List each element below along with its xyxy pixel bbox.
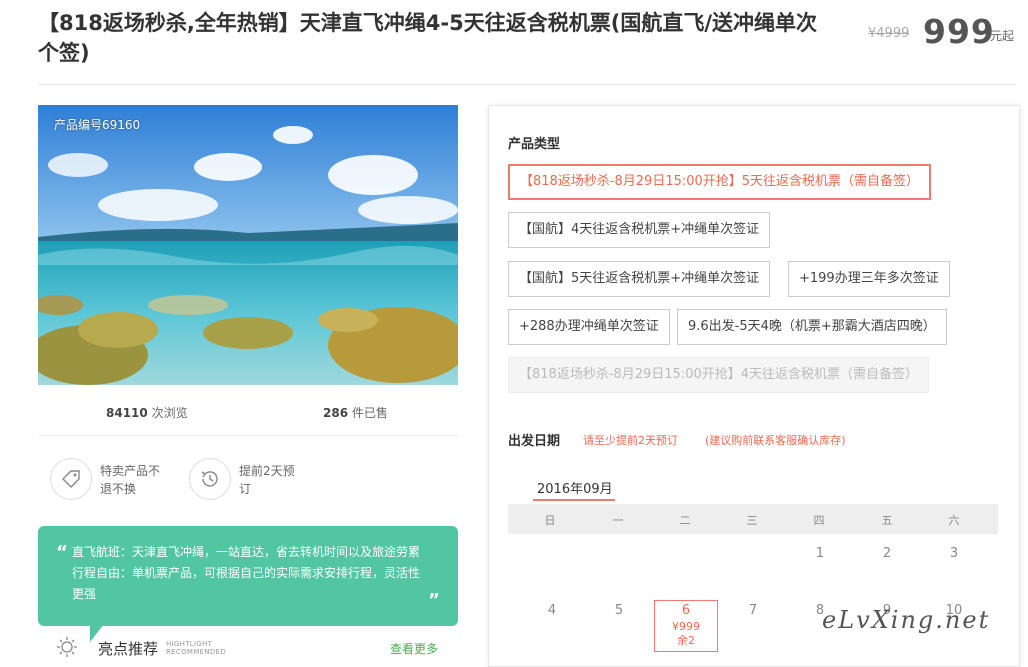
sold-count: 286 xyxy=(323,406,349,420)
selected-day-price: ¥999 xyxy=(672,620,700,633)
calendar-day[interactable]: 1 xyxy=(805,546,835,561)
views-label: 次浏览 xyxy=(151,406,188,420)
highlights-subtitle: HIGHTLIGHT RECOMMENDED xyxy=(166,640,226,656)
weekday-fri: 五 xyxy=(881,514,893,527)
product-option-3[interactable]: 【国航】5天往返含税机票+冲绳单次签证 xyxy=(508,261,771,297)
current-price: 999 xyxy=(923,12,995,51)
weekday-tue: 二 xyxy=(679,514,691,527)
product-number: 产品编号69160 xyxy=(54,118,141,132)
product-title: 【818返场秒杀,全年热销】天津直飞冲绳4-5天往返含税机票(国航直飞/送冲绳单… xyxy=(38,11,818,65)
product-option-2[interactable]: 【国航】4天往返含税机票+冲绳单次签证 xyxy=(508,212,771,248)
calendar-day-selected[interactable]: 6 ¥999 余2 xyxy=(654,600,718,652)
calendar-month-tab[interactable]: 2016年09月 xyxy=(537,478,613,497)
calendar-day[interactable]: 4 xyxy=(537,603,567,618)
close-quote-icon: ” xyxy=(428,590,440,611)
site-watermark: eLvXing.net xyxy=(822,606,991,634)
weekday-sat: 六 xyxy=(948,514,960,527)
price-unit: 元起 xyxy=(990,29,1015,43)
highlights-title: 亮点推荐 xyxy=(98,640,159,658)
month-tab-underline xyxy=(533,499,615,501)
calendar-day[interactable]: 5 xyxy=(604,603,634,618)
price-block: ¥4999 999 元起 xyxy=(868,10,1028,51)
views-count: 84110 xyxy=(106,406,148,420)
product-option-1[interactable]: 【818返场秒杀-8月29日15:00开抢】5天往返含税机票（需自备签） xyxy=(508,164,932,200)
product-option-7: 【818返场秒杀-8月29日15:00开抢】4天往返含税机票（需自备签） xyxy=(508,357,930,393)
product-option-5[interactable]: +288办理冲绳单次签证 xyxy=(508,309,670,345)
product-hero-image[interactable] xyxy=(38,105,458,385)
calendar-day[interactable]: 3 xyxy=(939,546,969,561)
booking-notice: 请至少提前2天预订 xyxy=(583,434,678,447)
stats-divider xyxy=(38,435,458,436)
calendar-weekday-header: 日 一 二 三 四 五 六 xyxy=(508,504,998,534)
product-option-4[interactable]: +199办理三年多次签证 xyxy=(788,261,950,297)
views-stat: 84110 次浏览 xyxy=(106,404,188,421)
tag-icon xyxy=(50,458,92,500)
header-divider xyxy=(38,84,1016,85)
calendar-day[interactable]: 7 xyxy=(738,603,768,618)
sun-icon xyxy=(57,637,77,657)
weekday-wed: 三 xyxy=(746,514,758,527)
weekday-thu: 四 xyxy=(813,514,825,527)
product-stats: 84110 次浏览 286 件已售 xyxy=(38,404,458,424)
weekday-mon: 一 xyxy=(612,514,624,527)
product-type-title: 产品类型 xyxy=(508,137,561,152)
selected-day-number: 6 xyxy=(681,603,691,618)
badge-text: 提前2天预订 xyxy=(239,464,295,496)
departure-date-title: 出发日期 xyxy=(508,434,561,449)
calendar-day[interactable]: 2 xyxy=(872,546,902,561)
feature-text: 直飞航班：天津直飞冲绳，一站直达，省去转机时间以及旅途劳累行程自由：单机票产品，… xyxy=(72,545,421,601)
sold-stat: 286 件已售 xyxy=(323,404,388,421)
feature-callout: “ 直飞航班：天津直飞冲绳，一站直达，省去转机时间以及旅途劳累行程自由：单机票产… xyxy=(38,526,458,642)
original-price: ¥4999 xyxy=(868,26,910,41)
open-quote-icon: “ xyxy=(56,542,68,563)
weekday-sun: 日 xyxy=(544,514,556,527)
sold-label: 件已售 xyxy=(351,406,388,420)
product-option-6[interactable]: 9.6出发-5天4晚（机票+那霸大酒店四晚） xyxy=(677,309,947,345)
stock-notice: (建议购前联系客服确认库存) xyxy=(705,434,846,447)
view-more-link[interactable]: 查看更多 xyxy=(390,640,438,657)
clock-back-icon xyxy=(189,458,231,500)
badge-text: 特卖产品不退不换 xyxy=(100,464,161,496)
selected-day-stock: 余2 xyxy=(677,634,695,647)
highlights-header: 亮点推荐 HIGHTLIGHT RECOMMENDED 查看更多 xyxy=(38,634,458,658)
